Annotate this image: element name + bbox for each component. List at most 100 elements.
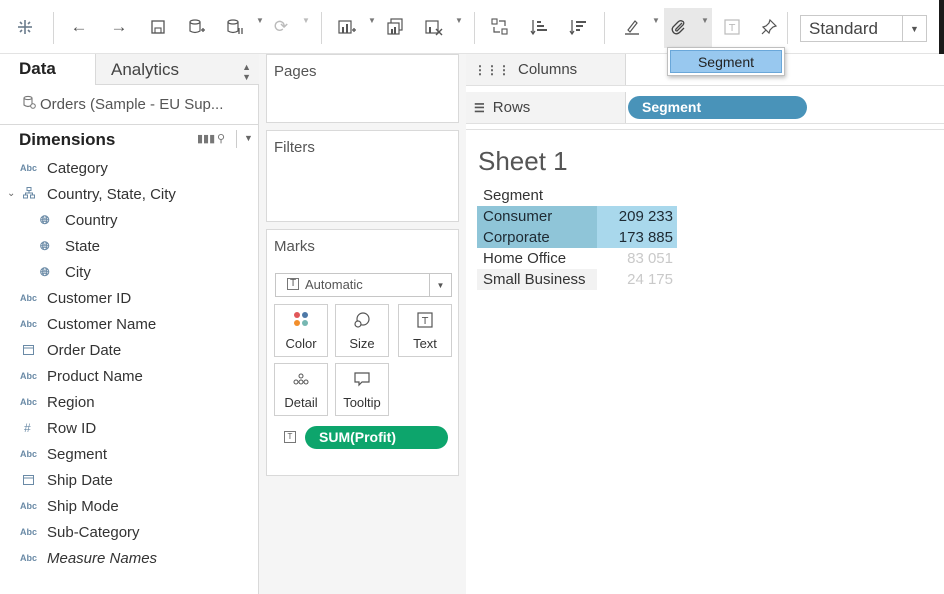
toolbar-divider bbox=[787, 12, 788, 44]
chevron-down-icon[interactable]: ▼ bbox=[256, 16, 264, 25]
row-header[interactable]: Home Office bbox=[483, 250, 566, 267]
field-measure-names[interactable]: Abc Measure Names bbox=[0, 548, 258, 572]
datasource-item[interactable]: Orders (Sample - EU Sup... bbox=[0, 85, 258, 125]
tab-analytics[interactable]: Analytics ▲ ▼ bbox=[95, 54, 259, 85]
field-region[interactable]: Abc Region bbox=[0, 392, 258, 416]
field-ship-mode[interactable]: Abc Ship Mode bbox=[0, 496, 258, 520]
mark-type-dropdown[interactable]: T Automatic ▼ bbox=[275, 273, 452, 297]
new-data-source-icon[interactable] bbox=[184, 14, 210, 40]
color-button[interactable]: Color bbox=[274, 304, 328, 357]
table-row[interactable]: Small Business 24 175 bbox=[477, 269, 677, 290]
color-icon bbox=[275, 311, 327, 331]
sheet-title[interactable]: Sheet 1 bbox=[478, 146, 568, 177]
show-labels-icon: T bbox=[719, 14, 745, 40]
clear-sheet-icon[interactable] bbox=[421, 14, 447, 40]
search-icon[interactable]: ⚲ bbox=[217, 132, 225, 145]
calendar-icon bbox=[23, 344, 34, 357]
table-row[interactable]: Corporate 173 885 bbox=[477, 227, 677, 248]
string-type-icon: Abc bbox=[20, 501, 38, 511]
chevron-down-icon: ▼ bbox=[302, 16, 310, 25]
detail-button[interactable]: Detail bbox=[274, 363, 328, 416]
calendar-icon bbox=[23, 474, 34, 487]
field-category[interactable]: Abc Category bbox=[0, 158, 258, 182]
sort-descending-icon[interactable] bbox=[565, 14, 591, 40]
chevron-down-icon[interactable]: ▼ bbox=[701, 16, 709, 25]
chevron-down-icon[interactable]: ⌄ bbox=[7, 188, 15, 199]
field-sub-category[interactable]: Abc Sub-Category bbox=[0, 522, 258, 546]
globe-icon: 🌐︎ bbox=[40, 213, 50, 227]
highlight-icon[interactable] bbox=[619, 14, 645, 40]
chevron-down-icon[interactable]: ▼ bbox=[455, 16, 463, 25]
marks-field-row: T SUM(Profit) bbox=[283, 426, 453, 450]
field-label: Country, State, City bbox=[47, 186, 176, 203]
field-label: Order Date bbox=[47, 342, 122, 359]
field-label: Ship Date bbox=[47, 472, 113, 489]
chevron-down-icon[interactable]: ▼ bbox=[429, 274, 451, 296]
cards-column: Pages Filters Marks T Automatic ▼ Color … bbox=[259, 54, 466, 594]
field-segment[interactable]: Abc Segment bbox=[0, 444, 258, 468]
size-button[interactable]: Size bbox=[335, 304, 389, 357]
field-label: Sub-Category bbox=[47, 524, 140, 541]
new-worksheet-icon[interactable] bbox=[334, 14, 360, 40]
field-order-date[interactable]: Order Date bbox=[0, 340, 258, 364]
fit-dropdown[interactable]: Standard ▼ bbox=[800, 15, 927, 42]
row-header[interactable]: Corporate bbox=[483, 229, 550, 246]
field-label: Product Name bbox=[47, 368, 143, 385]
data-pane: Data Analytics ▲ ▼ Orders (Sample - EU Su… bbox=[0, 54, 259, 594]
row-header[interactable]: Consumer bbox=[483, 208, 552, 225]
chevron-down-icon[interactable]: ▼ bbox=[244, 133, 253, 143]
view-toggle-icon[interactable]: ▮▮▮ bbox=[197, 132, 215, 145]
datasource-name: Orders (Sample - EU Sup... bbox=[40, 96, 224, 113]
field-label: Customer ID bbox=[47, 290, 132, 307]
field-country[interactable]: 🌐︎ Country bbox=[0, 210, 258, 234]
chevron-down-icon[interactable]: ▼ bbox=[902, 16, 926, 41]
text-label: Text bbox=[413, 336, 437, 351]
measure-pill-sum-profit[interactable]: SUM(Profit) bbox=[305, 426, 448, 449]
tooltip-button[interactable]: Tooltip bbox=[335, 363, 389, 416]
pause-updates-icon[interactable] bbox=[222, 14, 248, 40]
text-button[interactable]: T Text bbox=[398, 304, 452, 357]
field-label: Region bbox=[47, 394, 95, 411]
color-label: Color bbox=[285, 336, 317, 351]
sort-ascending-icon[interactable] bbox=[526, 14, 552, 40]
cell-value[interactable]: 209 233 bbox=[619, 208, 673, 225]
field-state[interactable]: 🌐︎ State bbox=[0, 236, 258, 260]
rows-pill-segment[interactable]: Segment bbox=[628, 96, 807, 119]
filters-card[interactable]: Filters bbox=[266, 130, 459, 222]
table-row[interactable]: Home Office 83 051 bbox=[477, 248, 677, 269]
toolbar-divider bbox=[604, 12, 605, 44]
string-type-icon: Abc bbox=[20, 553, 38, 563]
cell-value[interactable]: 83 051 bbox=[627, 250, 673, 267]
dimensions-header: Dimensions ▮▮▮ ⚲ ▼ bbox=[0, 128, 258, 152]
tab-data[interactable]: Data bbox=[0, 54, 95, 85]
field-customer-id[interactable]: Abc Customer ID bbox=[0, 288, 258, 312]
updown-icon[interactable]: ▲ ▼ bbox=[242, 62, 251, 82]
tableau-logo-icon[interactable] bbox=[12, 14, 38, 40]
field-ship-date[interactable]: Ship Date bbox=[0, 470, 258, 494]
rows-label: Rows bbox=[492, 99, 531, 116]
save-icon[interactable] bbox=[145, 14, 171, 40]
menu-item-segment[interactable]: Segment bbox=[670, 50, 782, 73]
swap-rows-columns-icon[interactable] bbox=[487, 14, 513, 40]
pages-card[interactable]: Pages bbox=[266, 54, 459, 123]
row-header[interactable]: Small Business bbox=[483, 271, 586, 288]
segment-header[interactable]: Segment bbox=[483, 187, 543, 204]
field-city[interactable]: 🌐︎ City bbox=[0, 262, 258, 286]
pin-icon[interactable] bbox=[756, 14, 782, 40]
redo-icon[interactable]: → bbox=[106, 14, 132, 40]
cell-value[interactable]: 24 175 bbox=[627, 271, 673, 288]
string-type-icon: Abc bbox=[20, 527, 38, 537]
paperclip-icon[interactable] bbox=[666, 14, 692, 40]
field-customer-name[interactable]: Abc Customer Name bbox=[0, 314, 258, 338]
undo-icon[interactable]: ← bbox=[66, 14, 92, 40]
field-row-id[interactable]: # Row ID bbox=[0, 418, 258, 442]
text-mark-icon[interactable]: T bbox=[284, 431, 296, 443]
chevron-down-icon[interactable]: ▼ bbox=[652, 16, 660, 25]
duplicate-sheet-icon[interactable] bbox=[382, 14, 408, 40]
field-country-state-city[interactable]: ⌄ Country, State, City bbox=[0, 184, 258, 208]
cell-value[interactable]: 173 885 bbox=[619, 229, 673, 246]
field-product-name[interactable]: Abc Product Name bbox=[0, 366, 258, 390]
field-label: Segment bbox=[47, 446, 108, 463]
table-row[interactable]: Consumer 209 233 bbox=[477, 206, 677, 227]
chevron-down-icon[interactable]: ▼ bbox=[368, 16, 376, 25]
